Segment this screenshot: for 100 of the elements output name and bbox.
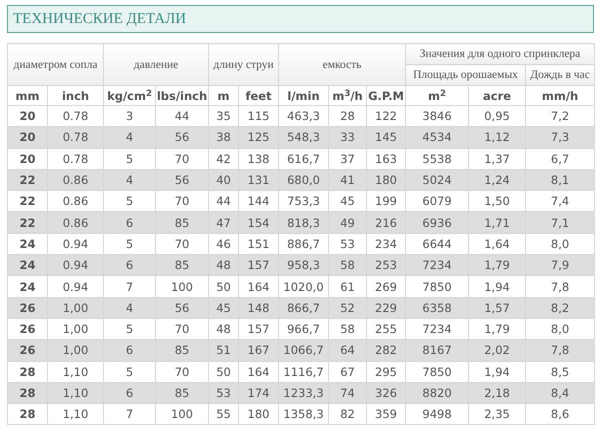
table-cell: 5 [104, 233, 156, 255]
table-cell: 5538 [406, 148, 469, 170]
table-cell: 4 [104, 297, 156, 318]
table-cell: 167 [238, 340, 279, 362]
table-cell: 463,3 [278, 106, 329, 127]
table-cell: 2,18 [468, 382, 526, 404]
table-cell: 33 [328, 126, 367, 148]
table-cell: 1358,3 [278, 404, 329, 425]
table-cell: 70 [156, 233, 209, 255]
unit-header: mm/h [526, 86, 595, 106]
table-cell: 8,0 [526, 318, 595, 340]
table-cell: 1116,7 [278, 361, 329, 382]
table-cell: 6 [104, 340, 156, 362]
unit-header: mm [8, 86, 48, 106]
table-cell: 1,00 [48, 297, 104, 318]
table-cell: 818,3 [278, 212, 329, 234]
table-cell: 1,37 [468, 148, 526, 170]
table-cell: 7 [104, 276, 156, 298]
table-cell: 157 [238, 318, 279, 340]
table-cell: 7850 [406, 361, 469, 382]
table-cell: 50 [208, 276, 239, 298]
table-cell: 866,7 [278, 297, 329, 318]
table-cell: 131 [238, 169, 279, 191]
table-cell: 199 [366, 190, 406, 212]
table-cell: 85 [156, 382, 209, 404]
table-cell: 2,02 [468, 340, 526, 362]
unit-header: m$^{3}$/h [328, 86, 367, 106]
table-cell: 1233,3 [278, 382, 329, 404]
table-cell: 7,4 [526, 190, 595, 212]
table-cell: 49 [328, 212, 367, 234]
table-cell: 1066,7 [278, 340, 329, 362]
table-cell: 1,50 [468, 190, 526, 212]
table-cell: 38 [208, 126, 239, 148]
table-cell: 0.78 [48, 126, 104, 148]
table-cell: 41 [328, 169, 367, 191]
table-cell: 26 [8, 340, 48, 362]
table-cell: 1,94 [468, 361, 526, 382]
table-cell: 82 [328, 404, 367, 425]
table-cell: 326 [366, 382, 406, 404]
table-cell: 151 [238, 233, 279, 255]
table-cell: 1,64 [468, 233, 526, 255]
table-cell: 164 [238, 276, 279, 298]
table-cell: 28 [8, 382, 48, 404]
unit-header: inch [48, 86, 104, 106]
table-cell: 180 [238, 404, 279, 425]
table-cell: 7 [104, 404, 156, 425]
table-cell: 174 [238, 382, 279, 404]
table-cell: 958,3 [278, 254, 329, 276]
table-cell: 28 [8, 361, 48, 382]
unit-header: kg/cm$^{2}$ [104, 86, 156, 106]
table-cell: 52 [328, 297, 367, 318]
table-cell: 1,71 [468, 212, 526, 234]
table-cell: 53 [208, 382, 239, 404]
table-cell: 55 [208, 404, 239, 425]
table-cell: 5 [104, 361, 156, 382]
table-cell: 680,0 [278, 169, 329, 191]
table-cell: 125 [238, 126, 279, 148]
table-cell: 164 [238, 361, 279, 382]
table-cell: 46 [208, 233, 239, 255]
table-cell: 20 [8, 148, 48, 170]
table-cell: 8,4 [526, 382, 595, 404]
table-cell: 154 [238, 212, 279, 234]
table-cell: 1,79 [468, 254, 526, 276]
column-subgroup-header: Площадь орошаемых [406, 64, 526, 86]
table-cell: 40 [208, 169, 239, 191]
table-cell: 7,2 [526, 106, 595, 127]
table-cell: 253 [366, 254, 406, 276]
table-cell: 58 [328, 254, 367, 276]
table-cell: 85 [156, 254, 209, 276]
table-cell: 26 [8, 318, 48, 340]
table-cell: 28 [8, 404, 48, 425]
table-cell: 35 [208, 106, 239, 127]
table-cell: 163 [366, 148, 406, 170]
table-cell: 44 [208, 190, 239, 212]
table-cell: 0.94 [48, 233, 104, 255]
table-cell: 1,94 [468, 276, 526, 298]
table-cell: 70 [156, 190, 209, 212]
table-cell: 42 [208, 148, 239, 170]
table-cell: 56 [156, 169, 209, 191]
table-cell: 4 [104, 126, 156, 148]
table-cell: 7,9 [526, 254, 595, 276]
table-cell: 7234 [406, 318, 469, 340]
table-cell: 100 [156, 276, 209, 298]
table-cell: 3 [104, 106, 156, 127]
table-cell: 144 [238, 190, 279, 212]
table-cell: 4 [104, 169, 156, 191]
column-group-header: длину струи [208, 44, 279, 86]
table-cell: 48 [208, 254, 239, 276]
table-cell: 22 [8, 212, 48, 234]
table-cell: 74 [328, 382, 367, 404]
table-cell: 1,10 [48, 404, 104, 425]
table-cell: 6079 [406, 190, 469, 212]
unit-header: feet [238, 86, 279, 106]
table-cell: 180 [366, 169, 406, 191]
table-cell: 966,7 [278, 318, 329, 340]
table-cell: 67 [328, 361, 367, 382]
table-cell: 148 [238, 297, 279, 318]
table-cell: 7234 [406, 254, 469, 276]
table-cell: 6 [104, 382, 156, 404]
table-cell: 4534 [406, 126, 469, 148]
